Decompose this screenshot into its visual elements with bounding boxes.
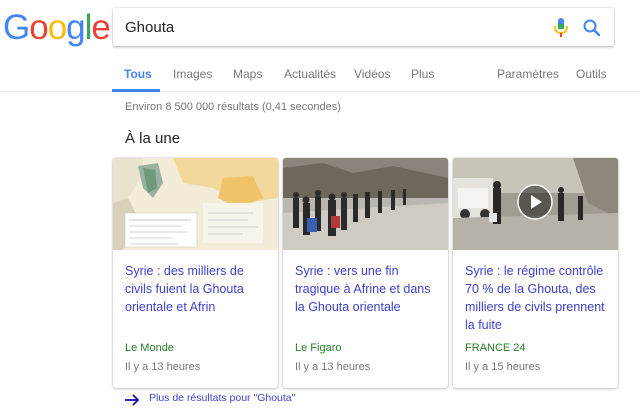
google-logo[interactable]: Google xyxy=(3,8,111,48)
arrow-right-icon xyxy=(125,394,140,406)
tab-tools[interactable]: Outils xyxy=(576,67,607,81)
search-tabs: Tous Images Maps Actualités Vidéos Plus … xyxy=(0,64,640,92)
card-title[interactable]: Syrie : vers une fin tragique à Afrine e… xyxy=(295,262,440,316)
logo-letter: g xyxy=(66,8,85,47)
refugees-photo-thumbnail xyxy=(283,158,448,250)
news-card[interactable]: Syrie : des milliers de civils fuient la… xyxy=(113,158,278,388)
tab-maps[interactable]: Maps xyxy=(233,67,262,81)
card-source: Le Figaro xyxy=(295,342,342,354)
play-icon[interactable] xyxy=(517,184,553,220)
card-source: Le Monde xyxy=(125,342,174,354)
top-stories-heading: À la une xyxy=(125,130,181,147)
tab-all[interactable]: Tous xyxy=(124,67,152,81)
card-title[interactable]: Syrie : le régime contrôle 70 % de la Gh… xyxy=(465,262,610,334)
search-input[interactable] xyxy=(125,17,505,37)
tab-settings[interactable]: Paramètres xyxy=(497,67,559,81)
header: Google Tous Images Maps Actualités Vidéo… xyxy=(0,0,640,92)
video-thumbnail xyxy=(453,158,618,250)
logo-letter: o xyxy=(47,8,67,47)
search-icon[interactable] xyxy=(581,17,603,39)
tab-images[interactable]: Images xyxy=(173,67,212,81)
tab-videos[interactable]: Vidéos xyxy=(354,67,390,81)
microphone-icon[interactable] xyxy=(553,17,569,39)
tab-news[interactable]: Actualités xyxy=(284,67,336,81)
logo-letter: G xyxy=(3,8,30,47)
news-card[interactable]: Syrie : vers une fin tragique à Afrine e… xyxy=(283,158,448,388)
card-title[interactable]: Syrie : des milliers de civils fuient la… xyxy=(125,262,270,316)
tab-more[interactable]: Plus xyxy=(411,67,434,81)
card-time: Il y a 13 heures xyxy=(125,361,201,373)
logo-letter: o xyxy=(29,8,48,47)
more-results-label[interactable]: Plus de résultats pour "Ghouta" xyxy=(149,392,295,404)
map-thumbnail xyxy=(113,158,278,250)
news-card[interactable]: Syrie : le régime contrôle 70 % de la Gh… xyxy=(453,158,618,388)
search-box[interactable] xyxy=(113,8,614,46)
card-source: FRANCE 24 xyxy=(465,342,526,354)
logo-letter: l xyxy=(84,8,93,47)
active-tab-indicator xyxy=(112,89,160,92)
card-time: Il y a 15 heures xyxy=(465,361,541,373)
logo-letter: e xyxy=(91,8,110,47)
result-stats: Environ 8 500 000 résultats (0,41 second… xyxy=(125,101,341,113)
card-time: Il y a 13 heures xyxy=(295,361,371,373)
